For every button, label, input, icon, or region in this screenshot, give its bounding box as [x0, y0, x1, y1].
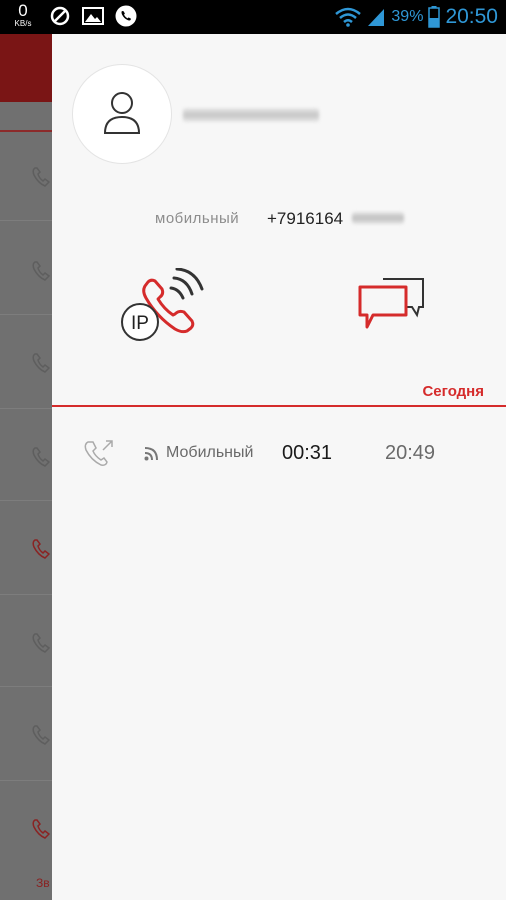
- status-right: 39% 20:50: [335, 4, 498, 30]
- message-icon: [358, 278, 424, 329]
- section-label-today: Сегодня: [422, 383, 484, 400]
- ip-badge: IP: [131, 313, 149, 334]
- background-row-separator: [0, 408, 52, 409]
- call-time: 20:49: [385, 442, 436, 464]
- background-row-separator: [0, 594, 52, 595]
- phone-icon: [32, 353, 50, 373]
- background-row-separator: [0, 500, 52, 501]
- person-icon: [103, 92, 141, 134]
- background-divider: [0, 130, 52, 132]
- outgoing-call-icon: [84, 440, 113, 466]
- background-row-separator: [0, 220, 52, 221]
- missed-call-icon: [32, 539, 50, 559]
- viber-icon: [115, 5, 137, 27]
- battery-icon: [428, 6, 441, 28]
- phone-number[interactable]: +7916164: [267, 209, 343, 229]
- phone-icon: [32, 725, 50, 745]
- battery-percent: 39%: [391, 8, 424, 25]
- background-row-separator: [0, 686, 52, 687]
- phone-icon: [32, 261, 50, 281]
- image-icon: [82, 7, 104, 25]
- background-tab-label: Зв: [36, 876, 50, 890]
- status-bar: 0 KB/s 39% 20:50: [0, 0, 506, 34]
- network-speed: 0 KB/s: [6, 2, 40, 28]
- phone-icon: [32, 819, 50, 839]
- phone-type-label: мобильный: [155, 210, 240, 227]
- blocked-icon: [50, 6, 70, 26]
- call-history-row[interactable]: Мобильный 00:31 20:49: [52, 434, 506, 474]
- ip-call-button[interactable]: IP: [120, 267, 220, 348]
- phone-number-blurred: [352, 212, 404, 224]
- background-row-separator: [0, 314, 52, 315]
- contact-name-blurred: [183, 108, 319, 122]
- ip-call-icon: IP: [121, 267, 204, 341]
- phone-icon: [32, 167, 50, 187]
- call-duration: 00:31: [282, 442, 333, 464]
- mobile-signal-icon: [144, 447, 158, 461]
- section-divider: [52, 405, 506, 407]
- background-app: Зв: [0, 34, 52, 900]
- call-type: Мобильный: [166, 444, 254, 461]
- contact-panel: мобильный +7916164 IP Сегодня Мобильный …: [52, 34, 506, 900]
- background-row-separator: [0, 780, 52, 781]
- avatar[interactable]: [72, 64, 172, 164]
- clock: 20:50: [445, 5, 498, 28]
- phone-icon: [32, 633, 50, 653]
- phone-icon: [32, 447, 50, 467]
- background-header: [0, 34, 52, 102]
- network-speed-unit: KB/s: [14, 19, 32, 28]
- message-button[interactable]: [357, 277, 429, 333]
- wifi-icon: [335, 7, 362, 27]
- network-speed-value: 0: [18, 1, 28, 20]
- signal-icon: [368, 9, 385, 26]
